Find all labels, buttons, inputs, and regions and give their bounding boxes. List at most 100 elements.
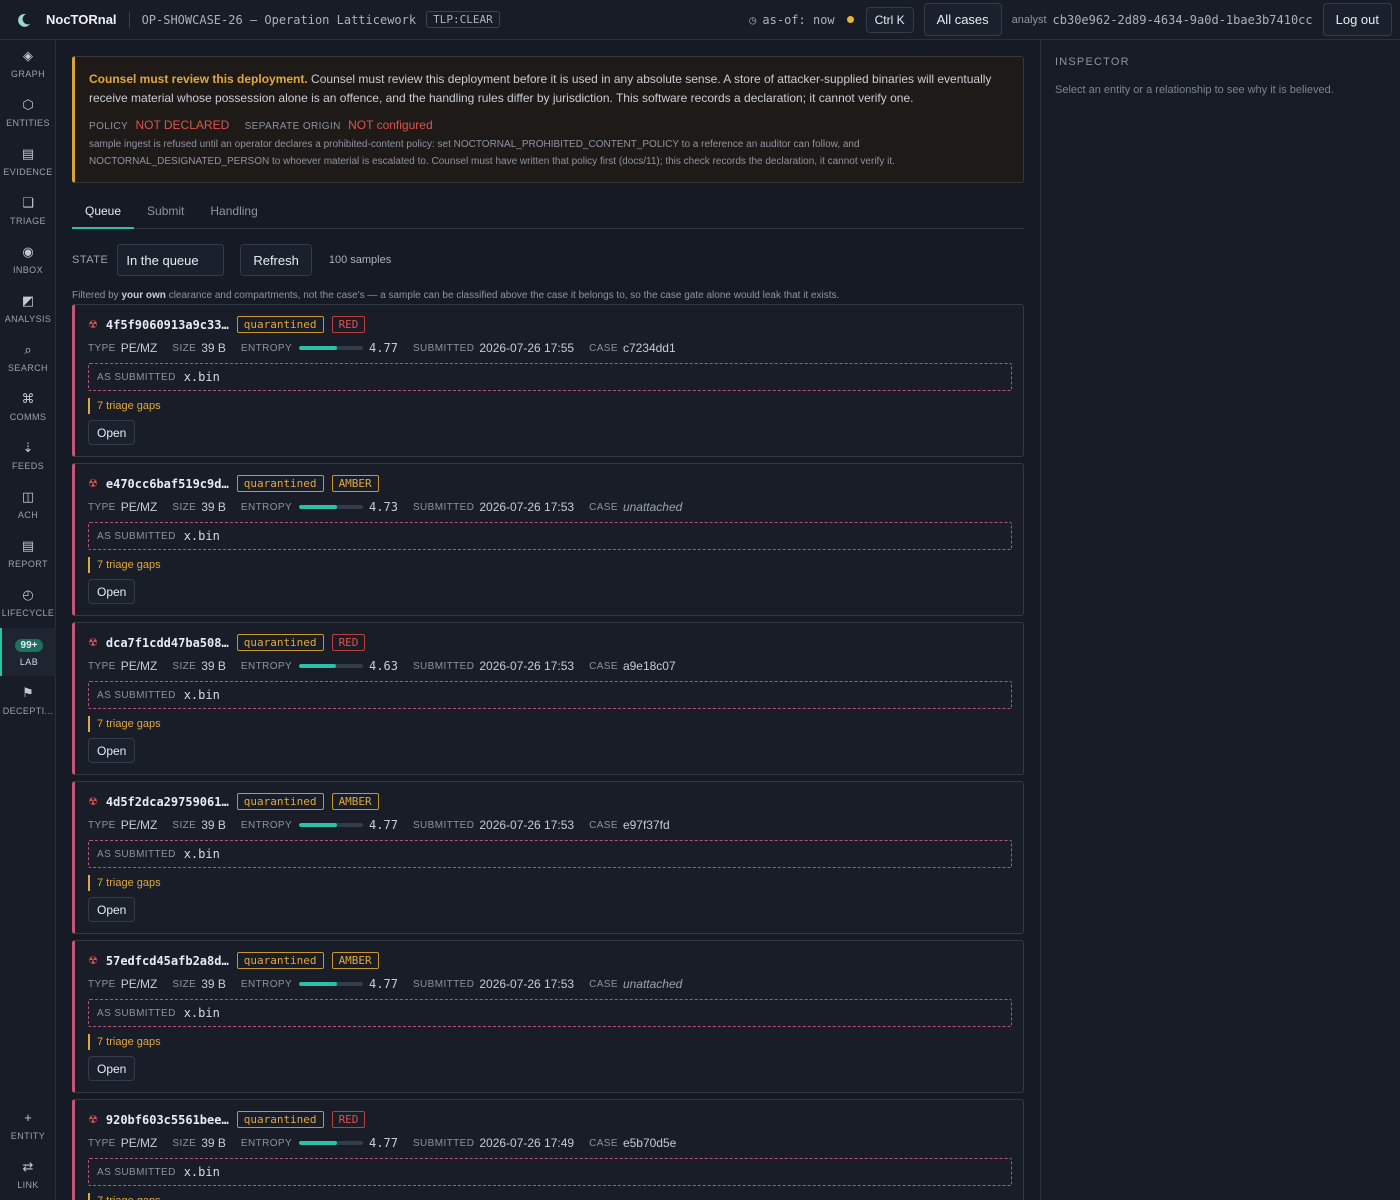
entropy-bar-fill — [299, 982, 338, 986]
as-submitted-box: AS SUBMITTED x.bin — [88, 522, 1012, 550]
app-name[interactable]: NocTORnal — [46, 12, 117, 27]
entropy-bar — [299, 505, 364, 509]
open-sample-button[interactable]: Open — [88, 1056, 136, 1081]
sample-hash[interactable]: dca7f1cdd47ba508… — [106, 636, 229, 650]
size-label: SIZE — [172, 660, 197, 672]
sidebar-item-report[interactable]: ▤ REPORT — [0, 530, 56, 578]
sidebar-item-search[interactable]: ⌕ SEARCH — [0, 334, 56, 382]
quarantine-badge: quarantined — [236, 316, 324, 333]
as-of-control[interactable]: ◷ as-of: now — [749, 13, 834, 27]
entropy-label: ENTROPY — [240, 1137, 293, 1149]
sample-hash[interactable]: 920bf603c5561bee… — [106, 1113, 229, 1127]
entropy-bar-fill — [299, 1141, 338, 1145]
sidebar-item-graph[interactable]: ◈ GRAPH — [0, 40, 56, 88]
tab-handling[interactable]: Handling — [197, 198, 270, 229]
sidebar-item-label: SEARCH — [8, 363, 48, 373]
open-sample-button[interactable]: Open — [88, 579, 136, 604]
triage-gaps[interactable]: 7 triage gaps — [88, 875, 161, 891]
biohazard-icon: ☢ — [88, 637, 98, 649]
case-value: unattached — [622, 977, 683, 991]
link-icon: ⇄ — [22, 1159, 34, 1174]
report-icon: ▤ — [21, 538, 35, 553]
entities-icon: ⬡ — [22, 97, 34, 112]
biohazard-icon: ☢ — [88, 319, 98, 331]
ach-icon: ◫ — [21, 489, 35, 504]
sidebar-item-feeds[interactable]: ⇣ FEEDS — [0, 432, 56, 480]
sidebar-item-inbox[interactable]: ◉ INBOX — [0, 236, 56, 284]
open-sample-button[interactable]: Open — [88, 897, 136, 922]
add-link-button[interactable]: ⇄ LINK — [0, 1151, 56, 1199]
top-bar: NocTORnal OP-SHOWCASE-26 — Operation Lat… — [0, 0, 1400, 40]
as-submitted-label: AS SUBMITTED — [97, 689, 176, 701]
sidebar-item-label: DECEPTI... — [2, 706, 54, 716]
sample-hash[interactable]: 4d5f2dca29759061… — [106, 795, 229, 809]
as-submitted-box: AS SUBMITTED x.bin — [88, 1158, 1012, 1186]
submitted-value: 2026-07-26 17:49 — [479, 1136, 575, 1150]
sidebar-item-label: ACH — [17, 510, 39, 520]
case-title[interactable]: OP-SHOWCASE-26 — Operation Latticework — [142, 13, 417, 27]
sidebar-item-comms[interactable]: ⌘ COMMS — [0, 383, 56, 431]
sidebar-item-decepti[interactable]: ⚑ DECEPTI... — [0, 677, 56, 725]
size-label: SIZE — [172, 1137, 197, 1149]
submitted-value: 2026-07-26 17:53 — [479, 659, 575, 673]
open-sample-button[interactable]: Open — [88, 738, 136, 763]
case-value: e5b70d5e — [622, 1136, 677, 1150]
biohazard-icon: ☢ — [88, 1114, 98, 1126]
triage-gaps[interactable]: 7 triage gaps — [88, 1034, 161, 1050]
sidebar-item-ach[interactable]: ◫ ACH — [0, 481, 56, 529]
sidebar-item-label: COMMS — [9, 412, 47, 422]
analysis-icon: ◩ — [21, 293, 35, 308]
tlp-badge: AMBER — [331, 475, 379, 492]
sidebar-item-entities[interactable]: ⬡ ENTITIES — [0, 89, 56, 137]
type-label: TYPE — [88, 1137, 116, 1149]
open-sample-button[interactable]: Open — [88, 420, 136, 445]
size-label: SIZE — [172, 978, 197, 990]
sample-meta: TYPE PE/MZ SIZE 39 B ENTROPY 4.77 SUBMITTED 202… — [88, 341, 691, 355]
triage-gaps[interactable]: 7 triage gaps — [88, 1193, 161, 1200]
quarantine-badge: quarantined — [236, 634, 324, 651]
add-entity-button[interactable]: + ENTITY — [0, 1102, 56, 1150]
all-cases-button[interactable]: All cases — [923, 3, 1002, 36]
sidebar-item-lab[interactable]: 99+ LAB — [0, 628, 56, 676]
evidence-icon: ▤ — [21, 146, 35, 161]
case-label: CASE — [589, 501, 618, 513]
entropy-bar — [299, 346, 364, 350]
sample-hash[interactable]: 4f5f9060913a9c33… — [106, 318, 229, 332]
logout-button[interactable]: Log out — [1322, 3, 1392, 36]
triage-gaps[interactable]: 7 triage gaps — [88, 398, 161, 414]
state-select[interactable]: In the queue — [117, 244, 225, 276]
state-label: STATE — [72, 254, 109, 266]
type-value: PE/MZ — [120, 818, 158, 832]
sample-header: ☢ 920bf603c5561bee… quarantined RED — [88, 1111, 366, 1128]
entropy-bar-fill — [299, 505, 337, 509]
sample-hash[interactable]: e470cc6baf519c9d… — [106, 477, 229, 491]
sample-hash[interactable]: 57edfcd45afb2a8d… — [106, 954, 229, 968]
tab-submit[interactable]: Submit — [134, 198, 197, 229]
analyst-id: cb30e962-2d89-4634-9a0d-1bae3b7410cc — [1052, 12, 1313, 27]
main-panel: Counsel must review this deployment. Cou… — [56, 40, 1040, 1200]
tab-queue[interactable]: Queue — [72, 198, 135, 229]
refresh-button[interactable]: Refresh — [240, 244, 312, 276]
sample-meta: TYPE PE/MZ SIZE 39 B ENTROPY 4.77 SUBMITTED 202… — [88, 977, 697, 991]
submitted-filename: x.bin — [183, 370, 220, 384]
sidebar-item-evidence[interactable]: ▤ EVIDENCE — [0, 138, 56, 186]
triage-gaps[interactable]: 7 triage gaps — [88, 557, 161, 573]
clearance-filter-note: Filtered by your own clearance and compa… — [72, 290, 839, 301]
sample-meta: TYPE PE/MZ SIZE 39 B ENTROPY 4.73 SUBMITTED 202… — [88, 500, 697, 514]
command-palette-button[interactable]: Ctrl K — [865, 6, 914, 33]
sidebar-item-lifecycle[interactable]: ◴ LIFECYCLE — [0, 579, 56, 627]
sidebar-item-triage[interactable]: ❏ TRIAGE — [0, 187, 56, 235]
submitted-value: 2026-07-26 17:53 — [479, 977, 575, 991]
sidebar-item-analysis[interactable]: ◩ ANALYSIS — [0, 285, 56, 333]
inspector-hint: Select an entity or a relationship to se… — [1055, 84, 1334, 96]
as-submitted-box: AS SUBMITTED x.bin — [88, 681, 1012, 709]
sample-card: ☢ 920bf603c5561bee… quarantined RED TYPE PE/M… — [72, 1099, 1024, 1200]
submitted-filename: x.bin — [183, 1006, 220, 1020]
sidebar-item-label: LAB — [19, 657, 39, 667]
triage-gaps[interactable]: 7 triage gaps — [88, 716, 161, 732]
warning-heading: Counsel must review this deployment. — [89, 72, 308, 86]
as-submitted-label: AS SUBMITTED — [97, 1166, 176, 1178]
inbox-icon: ◉ — [22, 244, 34, 259]
as-submitted-box: AS SUBMITTED x.bin — [88, 840, 1012, 868]
graph-icon: ◈ — [23, 48, 33, 63]
